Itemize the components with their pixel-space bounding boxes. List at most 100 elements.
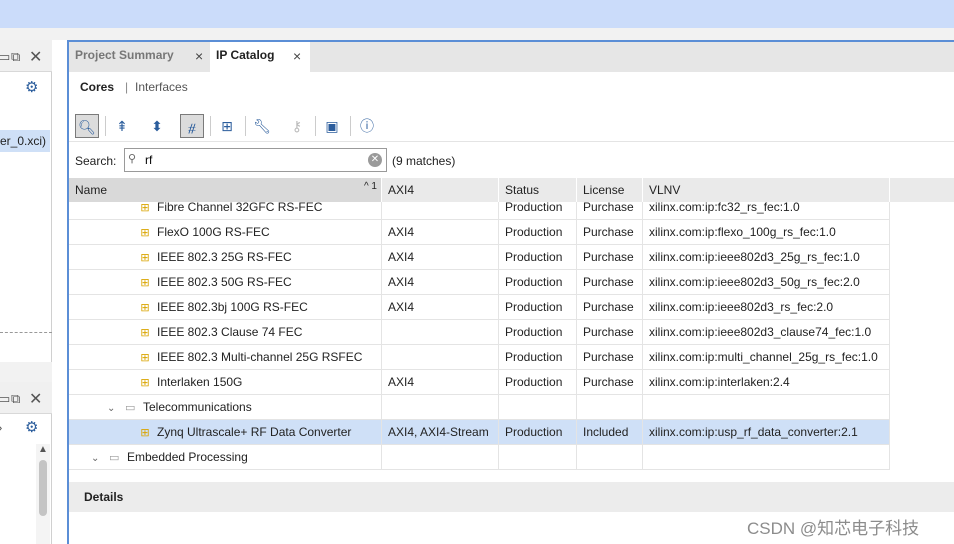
table-row[interactable]: ⊞ Zynq Ultrascale+ RF Data Converter AXI4,…: [69, 420, 890, 445]
cell-vlnv: [643, 445, 890, 470]
cell-vlnv: xilinx.com:ip:ieee802d3_50g_rs_fec:2.0: [643, 270, 890, 295]
panel-gap: [0, 28, 954, 40]
cell-text: Interlaken 150G: [157, 375, 243, 389]
wrench-icon[interactable]: 🔧︎: [250, 114, 274, 138]
tab-ip-catalog[interactable]: IP Catalog ×: [210, 42, 310, 72]
table-row[interactable]: ⊞ IEEE 802.3bj 100G RS-FEC AXI4 Production P…: [69, 295, 890, 320]
column-status[interactable]: Status: [499, 178, 577, 202]
cell-text: Purchase: [583, 375, 634, 389]
search-label: Search:: [75, 154, 117, 168]
filter-icon[interactable]: ⧣: [180, 114, 204, 138]
close-icon[interactable]: ✕: [29, 389, 42, 409]
ip-core-icon: ⊞: [140, 377, 150, 389]
search-icon[interactable]: 🔍︎: [75, 114, 99, 138]
cell-name: ⊞ IEEE 802.3bj 100G RS-FEC: [69, 295, 382, 320]
table-header: Name ^ 1 AXI4 Status License VLNV: [69, 178, 954, 202]
restore-icon[interactable]: ▭: [0, 391, 10, 407]
chip-icon[interactable]: ▣: [320, 114, 344, 138]
column-license[interactable]: License: [577, 178, 643, 202]
collapse-all-icon[interactable]: ⇞: [110, 114, 134, 138]
float-icon[interactable]: ⧉: [11, 391, 20, 407]
category-row[interactable]: ⌄ ▭ Telecommunications: [69, 395, 890, 420]
search-input[interactable]: [145, 151, 363, 169]
cell-text: Zynq Ultrascale+ RF Data Converter: [157, 425, 352, 439]
cell-license: Purchase: [577, 345, 643, 370]
watermark: CSDN @知芯电子科技: [747, 519, 920, 538]
search-field[interactable]: ⚲ ✕: [124, 148, 387, 172]
cell-name: ⊞ IEEE 802.3 50G RS-FEC: [69, 270, 382, 295]
cell-text: Production: [505, 325, 563, 339]
cell-name: ⊞ Zynq Ultrascale+ RF Data Converter: [69, 420, 382, 445]
hierarchy-icon[interactable]: ⊞: [215, 114, 239, 138]
cell-text: xilinx.com:ip:ieee802d3_50g_rs_fec:2.0: [649, 275, 860, 289]
cell-status: [499, 395, 577, 420]
cell-text: AXI4, AXI4-Stream: [388, 425, 489, 439]
cell-text: Included: [583, 425, 629, 439]
panel-gap-2: [0, 362, 52, 382]
scroll-up-icon[interactable]: ▲: [38, 444, 48, 455]
left-panel-header-2: ▭ ⧉ ✕: [0, 382, 52, 414]
ip-core-icon: ⊞: [140, 427, 150, 439]
cell-axi: AXI4, AXI4-Stream: [382, 420, 499, 445]
column-name[interactable]: Name ^ 1: [69, 178, 382, 202]
expand-all-icon[interactable]: ⬍: [145, 114, 169, 138]
sort-indicator: ^ 1: [363, 181, 377, 192]
cell-text: xilinx.com:ip:ieee802d3_rs_fec:2.0: [649, 300, 834, 314]
cell-name: ⊞ Interlaken 150G: [69, 370, 382, 395]
table-row[interactable]: ⊞ IEEE 802.3 Clause 74 FEC Production Purch…: [69, 320, 890, 345]
cell-name: ⊞ Fibre Channel 32GFC RS-FEC: [69, 202, 382, 220]
cell-vlnv: xilinx.com:ip:multi_channel_25g_rs_fec:1…: [643, 345, 890, 370]
cell-status: Production: [499, 202, 577, 220]
expand-caret-icon[interactable]: ⌄: [107, 397, 119, 420]
column-axi4[interactable]: AXI4: [382, 178, 499, 202]
table-row[interactable]: ⊞ Fibre Channel 32GFC RS-FEC Production Pur…: [69, 202, 890, 220]
tab-project-summary[interactable]: Project Summary ×: [69, 42, 210, 72]
cell-text: xilinx.com:ip:ieee802d3_25g_rs_fec:1.0: [649, 250, 860, 264]
close-icon[interactable]: ×: [195, 43, 203, 69]
cell-status: Production: [499, 370, 577, 395]
cell-license: Purchase: [577, 270, 643, 295]
close-icon[interactable]: ×: [293, 43, 301, 69]
clear-icon[interactable]: ✕: [368, 153, 382, 167]
left-panel-header: ▭ ⧉ ✕: [0, 40, 52, 72]
info-icon[interactable]: ⓘ: [355, 114, 379, 138]
table-row[interactable]: ⊞ Interlaken 150G AXI4 Production Purchase xi…: [69, 370, 890, 395]
float-icon[interactable]: ⧉: [11, 49, 20, 65]
gear-icon[interactable]: ⚙: [25, 78, 38, 96]
ip-core-icon: ⊞: [140, 327, 150, 339]
ip-core-icon: ⊞: [140, 227, 150, 239]
restore-icon[interactable]: ▭: [0, 49, 10, 65]
cell-text: Production: [505, 225, 563, 239]
close-icon[interactable]: ✕: [29, 47, 42, 67]
subtab-bar: Cores | Interfaces: [69, 72, 954, 102]
source-file-label: er_0.xci): [0, 134, 47, 148]
cell-vlnv: xilinx.com:ip:ieee802d3_clause74_fec:1.0: [643, 320, 890, 345]
arrow-right-icon[interactable]: ›: [0, 420, 2, 435]
column-vlnv[interactable]: VLNV: [643, 178, 890, 202]
cell-status: Production: [499, 345, 577, 370]
gear-icon[interactable]: ⚙: [25, 418, 38, 436]
divider: [0, 332, 52, 333]
cell-license: Purchase: [577, 202, 643, 220]
scrollbar-thumb[interactable]: [39, 460, 47, 516]
key-icon[interactable]: ⚷: [285, 114, 309, 138]
subtab-cores[interactable]: Cores: [80, 80, 114, 94]
table-row[interactable]: ⊞ IEEE 802.3 50G RS-FEC AXI4 Production Purc…: [69, 270, 890, 295]
expand-caret-icon[interactable]: ⌄: [91, 447, 103, 470]
cell-axi: [382, 395, 499, 420]
cell-text: IEEE 802.3bj 100G RS-FEC: [157, 300, 308, 314]
cell-status: Production: [499, 270, 577, 295]
category-row[interactable]: ⌄ ▭ Embedded Processing: [69, 445, 890, 470]
cell-axi: [382, 345, 499, 370]
subtab-interfaces[interactable]: Interfaces: [135, 80, 188, 94]
cell-text: Production: [505, 202, 563, 214]
column-label: Name: [75, 183, 108, 197]
table-row[interactable]: ⊞ IEEE 802.3 25G RS-FEC AXI4 Production Purc…: [69, 245, 890, 270]
source-file-item[interactable]: er_0.xci): [0, 130, 50, 152]
table-row[interactable]: ⊞ FlexO 100G RS-FEC AXI4 Production Purchase…: [69, 220, 890, 245]
tab-label: Project Summary: [75, 48, 174, 62]
table-row[interactable]: ⊞ IEEE 802.3 Multi-channel 25G RSFEC Produ…: [69, 345, 890, 370]
cell-license: Purchase: [577, 220, 643, 245]
cell-text: Purchase: [583, 202, 634, 214]
cell-name: ⌄ ▭ Embedded Processing: [69, 445, 382, 470]
